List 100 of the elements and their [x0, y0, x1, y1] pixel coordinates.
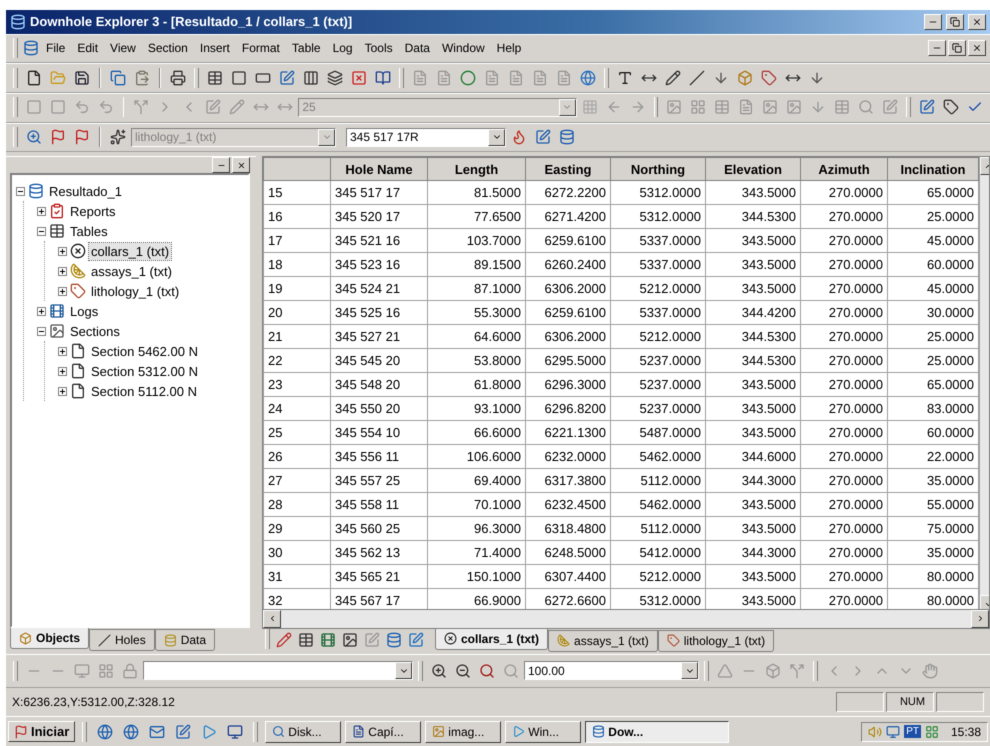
columns-icon[interactable]	[303, 70, 319, 86]
browser-icon[interactable]	[97, 724, 114, 740]
tree-item[interactable]: Tables	[68, 222, 110, 240]
zoom-select[interactable]: 100.00	[524, 661, 699, 680]
taskbar-button[interactable]: Win...	[505, 720, 582, 743]
taskbar-button[interactable]: Capí...	[345, 720, 422, 743]
tag-icon[interactable]	[943, 99, 960, 116]
row-number: 26	[264, 444, 330, 469]
book-icon[interactable]	[375, 70, 391, 86]
menu-item[interactable]: Tools	[360, 39, 398, 58]
menu-item[interactable]: View	[105, 39, 141, 58]
pencil-icon[interactable]	[276, 632, 292, 648]
tree-item[interactable]: collars_1 (txt)	[89, 242, 172, 260]
column-header[interactable]: Easting	[526, 158, 610, 181]
language-indicator[interactable]: PT	[904, 725, 921, 738]
restore-button[interactable]	[946, 14, 964, 30]
save-icon[interactable]	[74, 70, 90, 86]
horizontal-scrollbar[interactable]	[262, 610, 990, 628]
minimize-button[interactable]	[212, 157, 230, 174]
table-tab[interactable]: assays_1 (txt)	[548, 630, 658, 652]
tree-item[interactable]: lithology_1 (txt)	[89, 282, 182, 300]
taskbar-button[interactable]: imag...	[425, 720, 502, 743]
database-icon[interactable]	[386, 632, 402, 648]
tree-item[interactable]: Sections	[68, 322, 122, 340]
minimize-button[interactable]	[924, 14, 942, 30]
pencil-icon[interactable]	[665, 70, 681, 86]
tag-icon[interactable]	[761, 70, 777, 86]
restore-button[interactable]	[948, 40, 966, 56]
zoom-out-icon[interactable]	[455, 662, 471, 679]
table-icon[interactable]	[207, 70, 223, 86]
flag-icon[interactable]	[50, 129, 66, 146]
paste-icon[interactable]	[134, 70, 150, 86]
column-header[interactable]: Elevation	[706, 158, 800, 181]
menu-item[interactable]: Help	[492, 39, 526, 58]
zoom-icon[interactable]	[479, 662, 495, 679]
box-icon[interactable]	[737, 70, 753, 86]
menu-item[interactable]: File	[41, 39, 70, 58]
new-file-icon[interactable]	[26, 70, 42, 86]
layers-icon[interactable]	[327, 70, 343, 86]
panel-tab[interactable]: Holes	[89, 629, 155, 652]
object-select[interactable]	[143, 661, 413, 680]
close-button[interactable]	[968, 14, 986, 30]
hole-select[interactable]: 345 517 17R	[346, 128, 506, 147]
desktop-icon[interactable]	[227, 724, 244, 740]
column-header[interactable]: Length	[428, 158, 526, 181]
mail-icon[interactable]	[149, 724, 166, 740]
tree-item[interactable]: Logs	[68, 302, 100, 320]
delete-icon[interactable]	[351, 70, 367, 86]
column-header[interactable]: Azimuth	[800, 158, 888, 181]
taskbar-button[interactable]: Disk...	[265, 720, 342, 743]
table-tab[interactable]: collars_1 (txt)	[435, 628, 548, 650]
tree-item[interactable]: Resultado_1	[47, 182, 124, 200]
close-button[interactable]	[232, 157, 250, 174]
menu-item[interactable]: Section	[142, 39, 193, 58]
square-icon[interactable]	[231, 70, 247, 86]
minimize-button[interactable]	[928, 40, 946, 56]
tree-item[interactable]: Section 5462.00 N	[89, 342, 200, 360]
edit-icon[interactable]	[279, 70, 295, 86]
database-icon[interactable]	[559, 129, 575, 146]
panel-tab[interactable]: Objects	[10, 628, 90, 650]
circle-icon[interactable]	[460, 70, 476, 86]
browser-icon[interactable]	[123, 724, 140, 740]
copy-icon[interactable]	[110, 70, 126, 86]
grid-icon[interactable]	[924, 724, 939, 739]
close-button[interactable]	[968, 40, 986, 56]
line-icon[interactable]	[689, 70, 705, 86]
zoom-in-icon[interactable]	[431, 662, 447, 679]
table-icon[interactable]	[298, 632, 314, 648]
start-button[interactable]: Iniciar	[8, 721, 76, 742]
monitor-icon[interactable]	[886, 724, 900, 739]
column-header[interactable]: Hole Name	[330, 158, 428, 181]
menu-item[interactable]: Table	[286, 39, 326, 58]
speaker-icon[interactable]	[868, 724, 882, 739]
flag-icon[interactable]	[74, 129, 90, 146]
play-icon[interactable]	[201, 724, 218, 740]
edit-icon[interactable]	[175, 724, 192, 740]
tree-item[interactable]: Section 5112.00 N	[89, 382, 199, 400]
print-icon[interactable]	[170, 70, 186, 86]
menu-item[interactable]: Edit	[72, 39, 104, 58]
menu-item[interactable]: Data	[400, 39, 435, 58]
edit-icon[interactable]	[919, 99, 936, 116]
text-tool-icon[interactable]	[617, 70, 633, 86]
tree-item[interactable]: Reports	[68, 202, 118, 220]
column-header[interactable]: Inclination	[888, 158, 978, 181]
tree-item[interactable]: Section 5312.00 N	[89, 362, 200, 380]
panel-tab[interactable]: Data	[154, 629, 216, 652]
film-icon[interactable]	[320, 632, 336, 648]
zoom-icon[interactable]	[26, 129, 42, 146]
edit-icon[interactable]	[535, 129, 551, 146]
globe-icon[interactable]	[580, 70, 596, 86]
edit-icon[interactable]	[408, 632, 424, 648]
image-icon[interactable]	[342, 632, 358, 648]
tree-item[interactable]: assays_1 (txt)	[89, 262, 174, 280]
menu-item[interactable]: Format	[236, 39, 285, 58]
table-tab[interactable]: lithology_1 (txt)	[658, 630, 774, 652]
menu-item[interactable]: Log	[328, 39, 358, 58]
menu-item[interactable]: Insert	[194, 39, 235, 58]
column-header[interactable]: Northing	[610, 158, 706, 181]
menu-item[interactable]: Window	[436, 39, 490, 58]
taskbar-button[interactable]: Dow...	[585, 720, 730, 743]
